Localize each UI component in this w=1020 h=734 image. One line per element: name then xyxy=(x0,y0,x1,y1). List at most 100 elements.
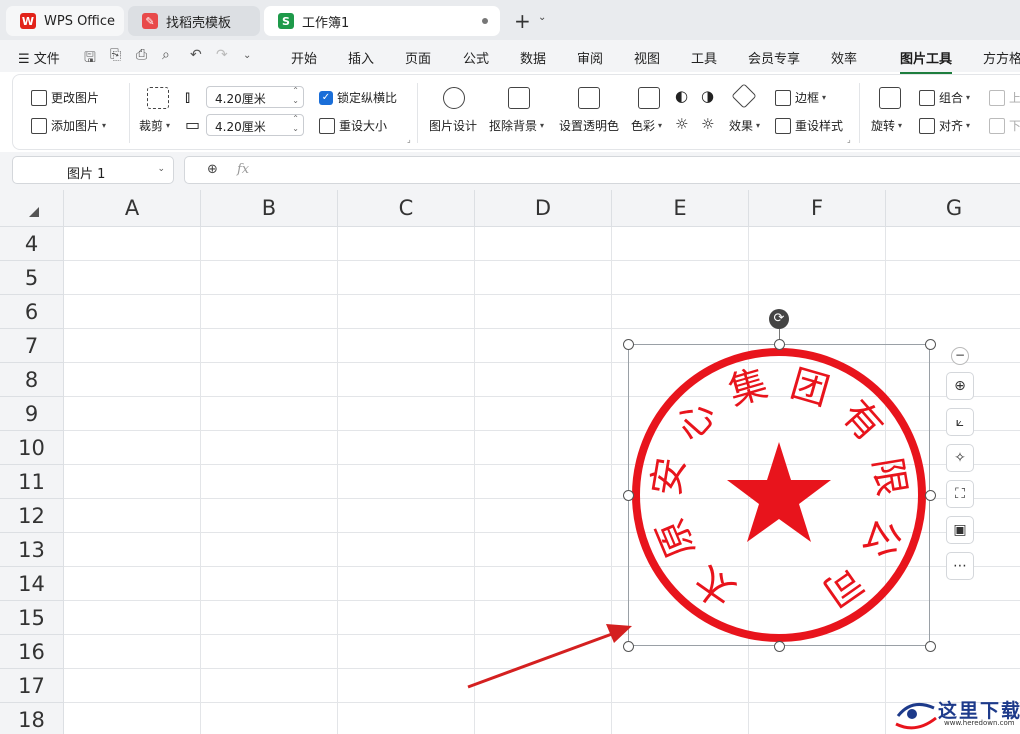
menu-view[interactable]: 视图 xyxy=(634,48,660,67)
new-tab-chevron-down-icon[interactable]: ⌄ xyxy=(538,12,546,23)
set-transparent-button[interactable]: 设置透明色 xyxy=(559,117,619,134)
align-button[interactable]: 对齐 ▾ xyxy=(919,117,970,134)
style-dialog-launcher-icon[interactable]: ⌟ xyxy=(847,135,851,144)
zoom-icon[interactable]: ⊕ xyxy=(207,162,218,177)
print-icon[interactable]: ⎙ xyxy=(136,47,147,63)
resize-handle-se[interactable] xyxy=(925,641,936,652)
column-header-b[interactable]: B xyxy=(201,190,338,227)
column-header-a[interactable]: A xyxy=(64,190,201,227)
contrast-down-icon[interactable]: ☼ xyxy=(701,115,714,133)
crop-picture-icon[interactable]: ⟀ xyxy=(946,408,974,436)
effects-button[interactable]: 效果 ▾ xyxy=(729,117,760,134)
quick-access-chevron-icon[interactable]: ⌄ xyxy=(243,50,251,61)
effects-icon[interactable] xyxy=(731,83,757,109)
row-header[interactable]: 11 xyxy=(0,465,64,499)
lock-ratio-checkbox[interactable]: ✓ 锁定纵横比 xyxy=(319,89,397,106)
image-tools-icon[interactable]: ▣ xyxy=(946,516,974,544)
menu-insert[interactable]: 插入 xyxy=(348,48,374,67)
menu-member[interactable]: 会员专享 xyxy=(748,48,800,67)
row-header[interactable]: 4 xyxy=(0,227,64,261)
resize-handle-e[interactable] xyxy=(925,490,936,501)
name-box[interactable]: 图片 1 ⌄ xyxy=(12,156,174,184)
crop-icon[interactable] xyxy=(147,87,169,109)
resize-handle-nw[interactable] xyxy=(623,339,634,350)
row-header[interactable]: 10 xyxy=(0,431,64,465)
tab-close-dot-icon[interactable] xyxy=(482,18,488,24)
tab-workbook[interactable]: S 工作簿1 xyxy=(264,6,500,36)
bring-forward-button[interactable]: 上 xyxy=(989,89,1020,106)
column-header-c[interactable]: C xyxy=(338,190,475,227)
row-header[interactable]: 14 xyxy=(0,567,64,601)
resize-handle-n[interactable] xyxy=(774,339,785,350)
rotate-button[interactable]: 旋转 ▾ xyxy=(871,117,902,134)
add-picture-button[interactable]: 添加图片 ▾ xyxy=(31,117,106,134)
reset-size-button[interactable]: 重设大小 xyxy=(319,117,387,134)
height-input[interactable]: 4.20厘米 xyxy=(206,86,304,108)
row-header[interactable]: 18 xyxy=(0,703,64,734)
row-header[interactable]: 5 xyxy=(0,261,64,295)
collapse-toolbar-minus-icon[interactable]: − xyxy=(951,347,969,365)
new-tab-plus-icon[interactable]: + xyxy=(514,9,531,33)
row-header[interactable]: 16 xyxy=(0,635,64,669)
size-dialog-launcher-icon[interactable]: ⌟ xyxy=(407,135,411,144)
tab-template[interactable]: ✎ 找稻壳模板 xyxy=(128,6,260,36)
menu-home[interactable]: 开始 xyxy=(291,48,317,67)
set-transparent-icon[interactable] xyxy=(578,87,600,109)
more-options-icon[interactable]: ⋯ xyxy=(946,552,974,580)
rotate-icon[interactable] xyxy=(879,87,901,109)
contrast-up-icon[interactable]: ☼ xyxy=(675,115,688,133)
undo-icon[interactable]: ↶ xyxy=(190,47,202,63)
color-icon[interactable] xyxy=(638,87,660,109)
column-header-d[interactable]: D xyxy=(475,190,612,227)
resize-handle-w[interactable] xyxy=(623,490,634,501)
redo-icon[interactable]: ↷ xyxy=(216,47,228,63)
menu-fangfangge[interactable]: 方方格 xyxy=(983,48,1020,67)
reset-style-button[interactable]: 重设样式 xyxy=(775,117,843,134)
save-icon[interactable]: 🖫 xyxy=(84,47,96,71)
seal-picture[interactable]: 太原安心集 团有限公司 xyxy=(628,344,930,646)
border-button[interactable]: 边框 ▾ xyxy=(775,89,826,106)
row-header[interactable]: 9 xyxy=(0,397,64,431)
crop-button[interactable]: 裁剪 ▾ xyxy=(139,117,170,134)
row-header[interactable]: 7 xyxy=(0,329,64,363)
row-header[interactable]: 8 xyxy=(0,363,64,397)
file-menu[interactable]: ☰ 文件 xyxy=(18,48,60,67)
chevron-down-icon[interactable]: ⌄ xyxy=(157,164,165,174)
column-header-f[interactable]: F xyxy=(749,190,886,227)
print-preview-icon[interactable]: ⌕ xyxy=(162,47,170,63)
color-button[interactable]: 色彩 ▾ xyxy=(631,117,662,134)
menu-tools[interactable]: 工具 xyxy=(691,48,717,67)
zoom-picture-icon[interactable]: ⊕ xyxy=(946,372,974,400)
picture-design-icon[interactable] xyxy=(443,87,465,109)
column-header-g[interactable]: G xyxy=(886,190,1020,227)
group-button[interactable]: 组合 ▾ xyxy=(919,89,970,106)
brightness-down-icon[interactable]: ◑ xyxy=(701,87,714,105)
magic-edit-icon[interactable]: ✧ xyxy=(946,444,974,472)
send-backward-button[interactable]: 下 xyxy=(989,117,1020,134)
resize-handle-ne[interactable] xyxy=(925,339,936,350)
ocr-scan-icon[interactable]: ⛶ xyxy=(946,480,974,508)
formula-input[interactable]: ⊕ fx xyxy=(184,156,1020,184)
menu-efficiency[interactable]: 效率 xyxy=(831,48,857,67)
tab-wps-office[interactable]: W WPS Office xyxy=(6,6,124,36)
select-all-corner[interactable] xyxy=(0,190,64,227)
menu-formula[interactable]: 公式 xyxy=(463,48,489,67)
row-header[interactable]: 12 xyxy=(0,499,64,533)
row-header[interactable]: 15 xyxy=(0,601,64,635)
menu-page[interactable]: 页面 xyxy=(405,48,431,67)
remove-background-icon[interactable] xyxy=(508,87,530,109)
export-icon[interactable]: ⎘ xyxy=(110,47,121,63)
resize-handle-sw[interactable] xyxy=(623,641,634,652)
brightness-up-icon[interactable]: ◐ xyxy=(675,87,688,105)
menu-picture-tools[interactable]: 图片工具 xyxy=(900,48,953,74)
change-picture-button[interactable]: 更改图片 xyxy=(31,89,99,106)
row-header[interactable]: 17 xyxy=(0,669,64,703)
fx-icon[interactable]: fx xyxy=(237,162,249,177)
menu-review[interactable]: 审阅 xyxy=(577,48,603,67)
row-header[interactable]: 13 xyxy=(0,533,64,567)
column-header-e[interactable]: E xyxy=(612,190,749,227)
row-header[interactable]: 6 xyxy=(0,295,64,329)
menu-data[interactable]: 数据 xyxy=(520,48,546,67)
remove-background-button[interactable]: 抠除背景 ▾ xyxy=(489,117,544,134)
width-input[interactable]: 4.20厘米 xyxy=(206,114,304,136)
